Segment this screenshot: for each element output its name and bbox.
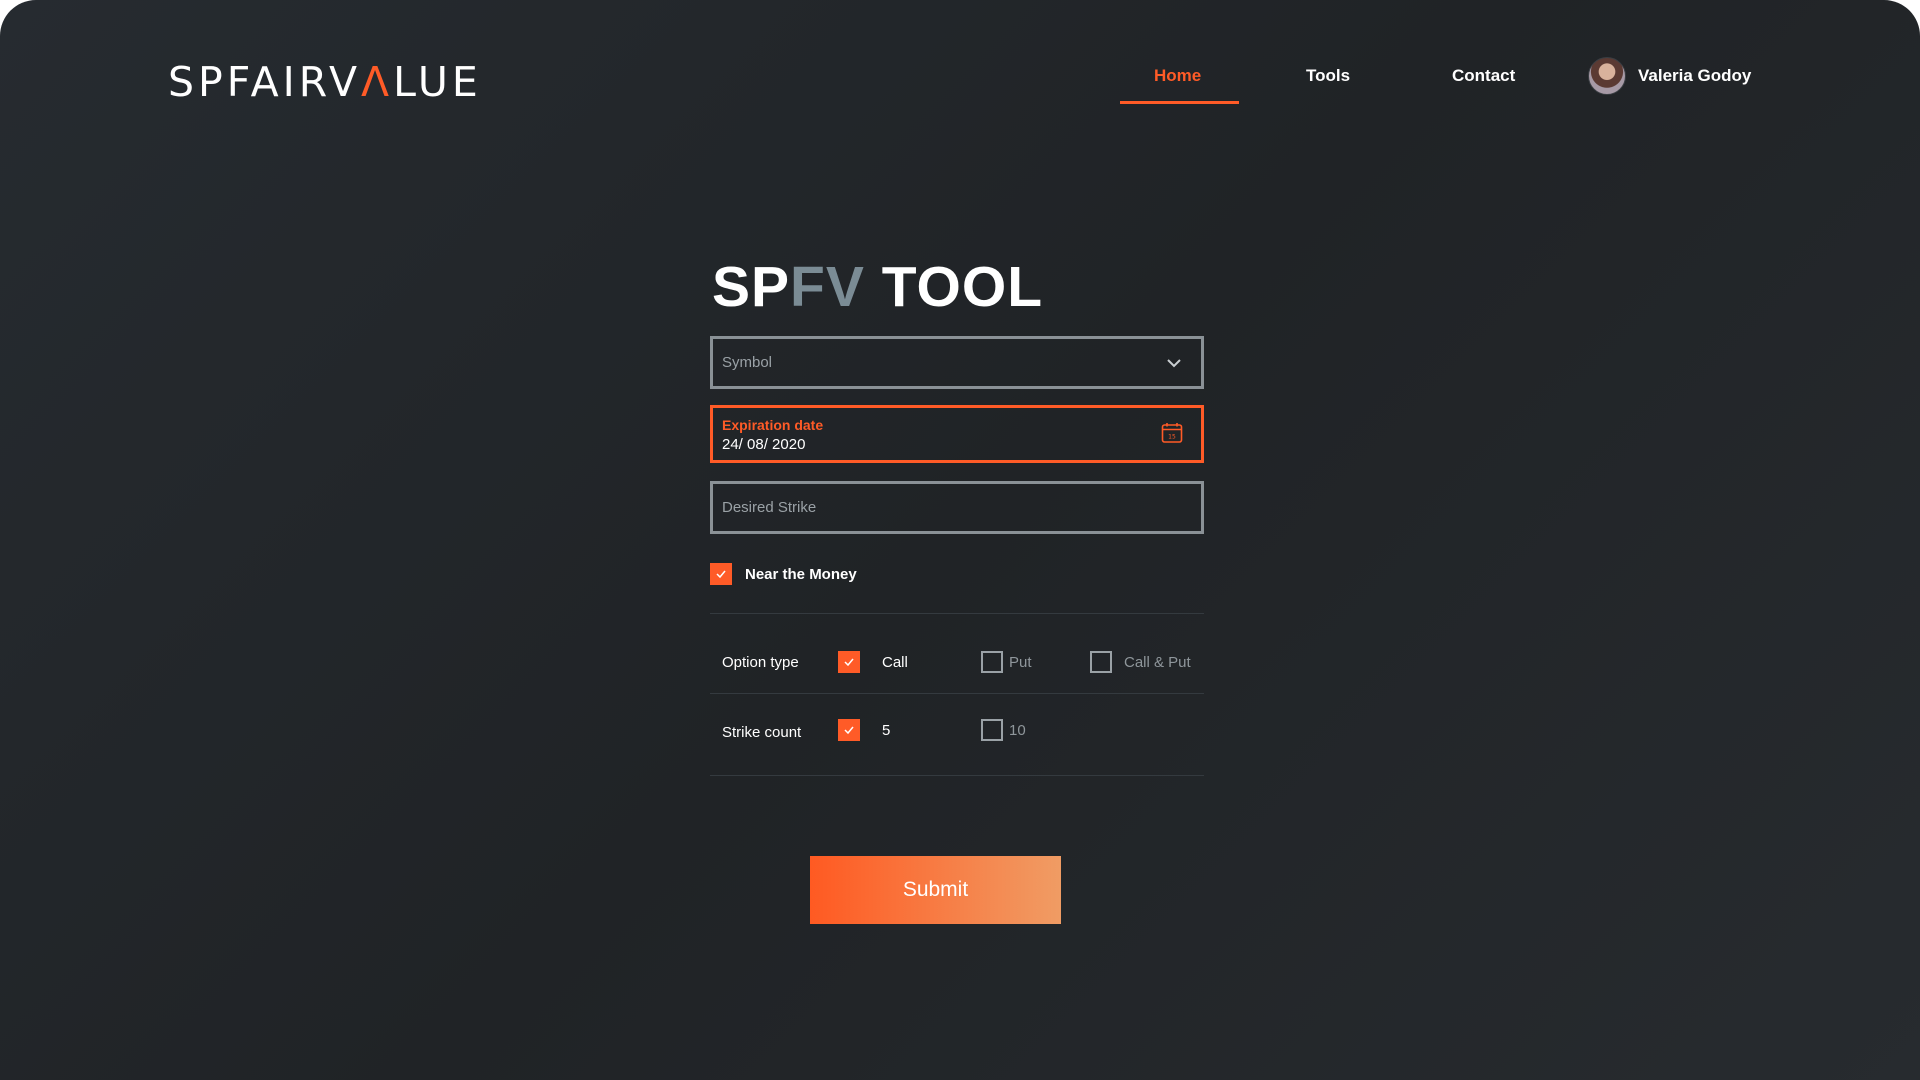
checkmark-icon bbox=[844, 658, 854, 667]
user-name: Valeria Godoy bbox=[1638, 66, 1752, 85]
symbol-placeholder: Symbol bbox=[722, 354, 773, 371]
desired-strike-input[interactable]: Desired Strike bbox=[710, 481, 1204, 534]
symbol-select[interactable]: Symbol bbox=[710, 336, 1204, 389]
calendar-icon[interactable]: 15 bbox=[1160, 421, 1184, 445]
user-avatar bbox=[1588, 57, 1626, 95]
option-put-label: Put bbox=[1009, 654, 1032, 671]
submit-button[interactable]: Submit bbox=[810, 856, 1061, 924]
strike-count-10-label: 10 bbox=[1009, 722, 1026, 739]
near-money-label: Near the Money bbox=[745, 566, 857, 583]
expiration-date-field[interactable]: Expiration date 24/ 08/ 2020 15 bbox=[710, 405, 1204, 463]
checkmark-icon bbox=[844, 726, 854, 735]
expiration-date-value: 24/ 08/ 2020 bbox=[722, 436, 806, 453]
title-part-sp: SP bbox=[712, 255, 791, 319]
strike-count-10-checkbox[interactable] bbox=[981, 719, 1003, 741]
strike-count-label: Strike count bbox=[722, 724, 802, 741]
nav-home[interactable]: Home bbox=[1154, 66, 1201, 86]
divider bbox=[710, 613, 1204, 614]
title-part-fv: FV bbox=[790, 255, 865, 319]
option-call-checkbox[interactable] bbox=[838, 651, 860, 673]
option-type-label: Option type bbox=[722, 654, 799, 671]
page-title: SPFV TOOL bbox=[712, 254, 1043, 320]
logo-text-start: SPFAIRV bbox=[168, 58, 362, 106]
divider bbox=[710, 775, 1204, 776]
nav-active-indicator bbox=[1120, 101, 1239, 104]
brand-logo[interactable]: SPFAIRVΛLUE bbox=[168, 58, 482, 106]
option-call-label: Call bbox=[882, 654, 908, 671]
option-put-checkbox[interactable] bbox=[981, 651, 1003, 673]
logo-text-end: LUE bbox=[393, 58, 482, 106]
expiration-date-label: Expiration date bbox=[722, 417, 824, 433]
chevron-down-icon bbox=[1167, 359, 1181, 368]
checkmark-icon bbox=[716, 570, 726, 579]
option-call-put-checkbox[interactable] bbox=[1090, 651, 1112, 673]
nav-tools[interactable]: Tools bbox=[1306, 66, 1350, 86]
logo-accent-letter: Λ bbox=[361, 58, 394, 106]
title-part-tool: TOOL bbox=[864, 255, 1044, 319]
option-call-put-label: Call & Put bbox=[1124, 654, 1191, 671]
app-window: SPFAIRVΛLUE Home Tools Contact Valeria G… bbox=[0, 0, 1920, 1080]
strike-count-5-checkbox[interactable] bbox=[838, 719, 860, 741]
user-menu[interactable]: Valeria Godoy bbox=[1588, 57, 1751, 95]
near-money-checkbox[interactable] bbox=[710, 563, 732, 585]
strike-count-5-label: 5 bbox=[882, 722, 891, 739]
desired-strike-placeholder: Desired Strike bbox=[722, 499, 817, 516]
nav-contact[interactable]: Contact bbox=[1452, 66, 1515, 86]
divider bbox=[710, 693, 1204, 694]
calendar-day: 15 bbox=[1168, 434, 1176, 441]
